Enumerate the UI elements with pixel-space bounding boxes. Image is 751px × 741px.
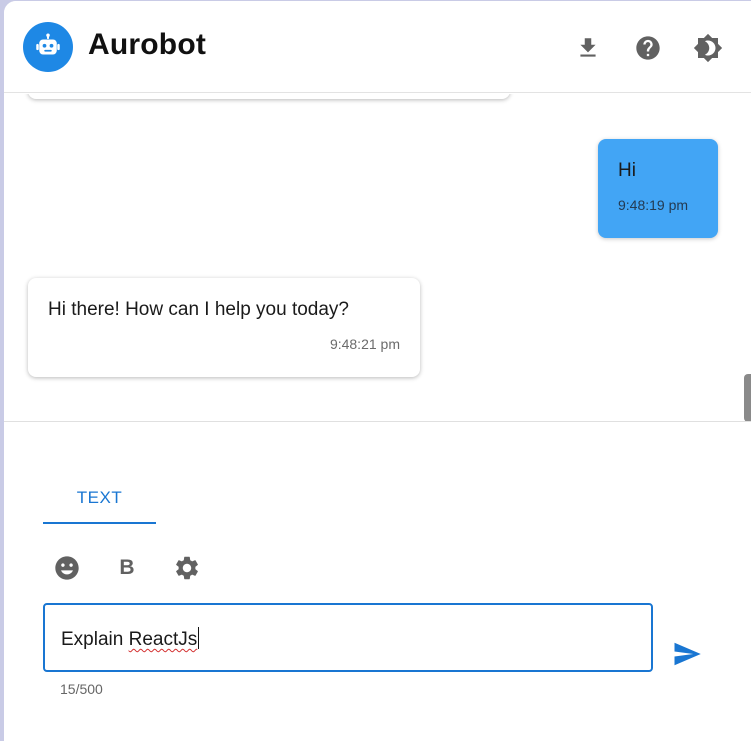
user-message: Hi 9:48:19 pm (598, 139, 718, 238)
bot-avatar (23, 22, 73, 72)
robot-icon (36, 33, 60, 55)
message-list[interactable]: Hi 9:48:19 pm Hi there! How can I help y… (4, 94, 751, 421)
chat-window: Aurobot Hi 9:48:19 pm Hi there! How can … (4, 1, 751, 741)
message-input[interactable]: Explain ReactJs (43, 603, 653, 672)
bot-message: Hi there! How can I help you today? 9:48… (28, 278, 420, 377)
emoji-button[interactable] (51, 552, 83, 584)
help-button[interactable] (633, 33, 663, 63)
message-text: Hi there! How can I help you today? (48, 299, 350, 320)
app-title: Aurobot (88, 28, 207, 61)
message-timestamp: 9:48:19 pm (618, 197, 689, 213)
settings-button[interactable] (171, 552, 203, 584)
send-icon (674, 642, 701, 666)
help-icon (636, 36, 660, 60)
download-icon (580, 38, 596, 57)
app-header: Aurobot (4, 1, 751, 93)
text-caret (198, 627, 200, 649)
settings-icon (176, 556, 198, 580)
scrollbar-thumb[interactable] (744, 374, 751, 421)
brightness-icon (693, 33, 723, 63)
bold-button[interactable]: B (111, 552, 143, 584)
theme-toggle-button[interactable] (693, 33, 723, 63)
misspelled-word: ReactJs (128, 629, 198, 650)
message-input-value: Explain ReactJs (61, 627, 200, 651)
composer-panel: TEXT B Explain ReactJs 15/500 (4, 421, 751, 741)
character-counter: 15/500 (60, 681, 103, 697)
send-button[interactable] (670, 637, 704, 671)
bold-icon: B (119, 556, 135, 579)
message-timestamp: 9:48:21 pm (329, 336, 400, 352)
message-text: Hi (618, 160, 636, 181)
input-text: Explain (61, 629, 129, 650)
emoji-icon (55, 556, 79, 580)
previous-message-bubble (28, 94, 510, 99)
download-button[interactable] (573, 33, 603, 63)
tab-text[interactable]: TEXT (43, 474, 156, 524)
